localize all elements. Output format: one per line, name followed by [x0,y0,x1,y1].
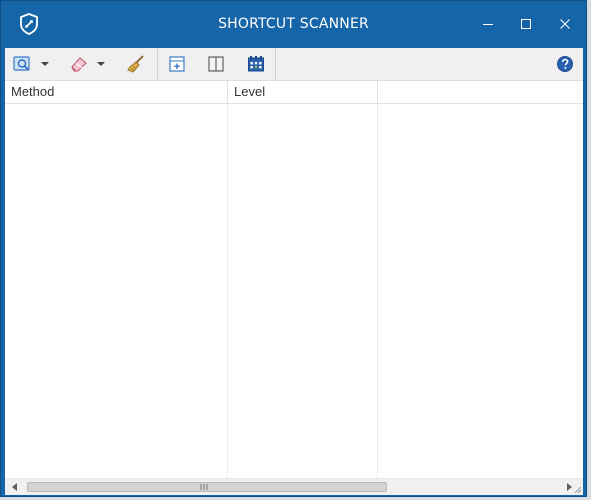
scrollbar-thumb[interactable] [27,482,387,492]
erase-button[interactable] [67,52,91,76]
grid-header: Method Level [5,81,583,104]
column-header-extra[interactable] [378,81,583,103]
erase-dropdown[interactable] [93,52,107,76]
eraser-icon [71,57,87,72]
columns-icon [208,56,224,72]
columns-button[interactable] [204,52,228,76]
scan-dropdown[interactable] [37,52,51,76]
maximize-button[interactable] [513,11,539,37]
arrow-left-icon[interactable] [9,481,21,493]
clean-button[interactable] [123,52,149,76]
results-grid[interactable] [5,104,583,478]
app-window: SHORTCUT SCANNER Method Level [0,0,587,497]
client-area: Method Level [5,48,583,495]
toolbar [5,48,583,81]
title-bar[interactable]: SHORTCUT SCANNER [1,1,586,48]
size-grip-icon[interactable] [572,484,582,494]
expand-icon [169,56,185,72]
scan-dropdown-icon [41,62,49,66]
grip-icon [200,484,208,490]
scan-button[interactable] [11,52,35,76]
expand-button[interactable] [165,52,189,76]
scan-icon [13,56,30,71]
help-icon [557,56,573,72]
toolbar-separator [157,49,158,79]
calendar-icon [248,56,264,72]
toolbar-separator [275,49,276,79]
column-divider [377,104,378,478]
horizontal-scrollbar[interactable] [5,478,583,495]
column-header-method[interactable]: Method [5,81,228,103]
close-button[interactable] [552,11,578,37]
column-header-level[interactable]: Level [228,81,378,103]
broom-icon [127,55,144,73]
column-divider [227,104,228,478]
minimize-button[interactable] [475,11,501,37]
minimize-icon [483,24,493,25]
eraser-dropdown-icon [97,62,105,66]
schedule-button[interactable] [244,52,268,76]
maximize-icon [521,19,531,29]
help-button[interactable] [553,52,577,76]
close-icon [560,19,570,29]
